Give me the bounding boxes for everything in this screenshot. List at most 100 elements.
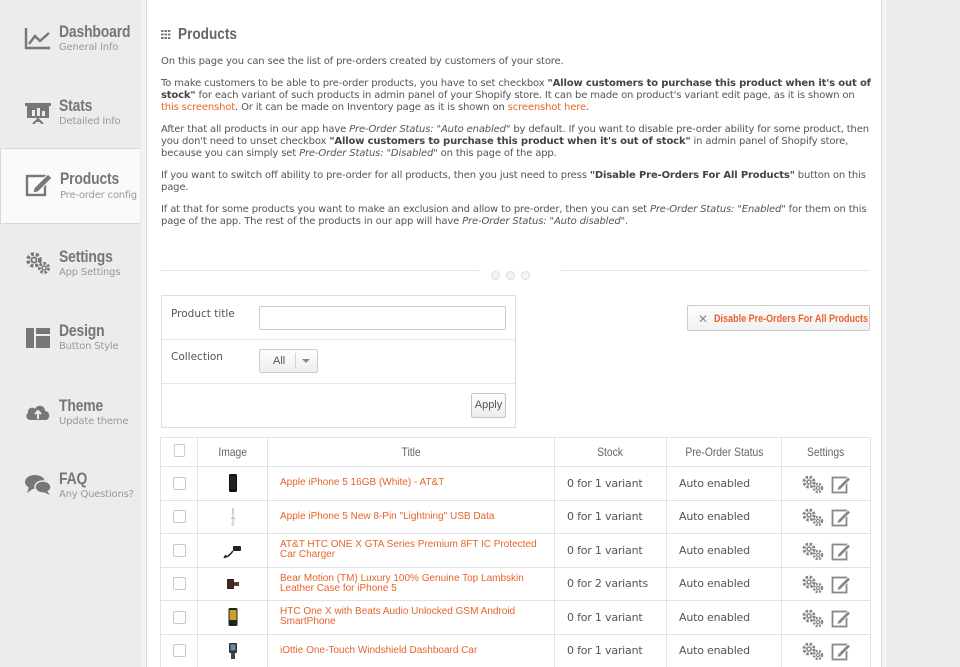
table-row: AT&T HTC ONE X GTA Series Premium 8FT IC… [160,533,871,568]
table-header-row: Image Title Stock Pre-Order Status Setti… [160,437,871,467]
stock-cell: 0 for 1 variant [554,600,667,635]
sidebar-item-title: Products [60,169,120,188]
gears-icon[interactable] [801,608,825,628]
row-checkbox[interactable] [172,610,186,624]
sidebar-item-dashboard[interactable]: Dashboard General Info [0,4,137,76]
product-thumbnail [228,474,237,493]
screenshot-link[interactable]: this screenshot [161,102,235,113]
intro-paragraph: On this page you can see the list of pre… [161,56,564,67]
sidebar-item-faq[interactable]: FAQ Any Questions? [0,451,137,523]
gears-icon[interactable] [801,541,825,561]
products-table: Image Title Stock Pre-Order Status Setti… [160,437,871,667]
product-title-link[interactable]: Apple iPhone 5 16GB (White) - AT&T [280,477,444,488]
settings-cell [781,633,871,667]
settings-cell [781,499,871,534]
product-title-link[interactable]: Apple iPhone 5 New 8-Pin "Lightning" USB… [280,511,494,522]
status-cell: Auto enabled [666,466,782,501]
column-header-image: Image [197,437,268,467]
table-row: iOttie One-Touch Windshield Dashboard Ca… [160,633,871,667]
gears-icon[interactable] [801,474,825,494]
select-all-header [160,437,198,467]
sidebar-item-title: Design [59,321,105,340]
sidebar-item-products[interactable]: Products Pre-order config [0,148,140,224]
column-header-status: Pre-Order Status [666,437,782,467]
row-checkbox[interactable] [172,577,186,591]
stock-cell: 0 for 1 variant [554,466,667,501]
product-thumbnail [222,546,241,559]
filter-panel: Product title Collection All Apply [161,295,516,428]
chat-bubbles-icon [25,475,52,495]
edit-icon[interactable] [831,541,851,561]
collection-label: Collection [171,351,223,363]
intro-paragraph: If at that for some products you want to… [161,204,867,227]
gears-icon[interactable] [801,507,825,527]
table-row: Apple iPhone 5 16GB (White) - AT&T 0 for… [160,466,871,501]
status-cell: Auto enabled [666,566,782,601]
table-row: Bear Motion (TM) Luxury 100% Genuine Top… [160,566,871,601]
apply-button[interactable]: Apply [471,393,506,418]
sidebar-item-title: Settings [59,247,113,266]
collection-select[interactable]: All [259,349,318,373]
sidebar-item-title: Theme [59,396,104,415]
presentation-board-icon [25,103,51,124]
status-cell: Auto enabled [666,600,782,635]
edit-icon[interactable] [831,574,851,594]
sidebar-item-subtitle: Any Questions? [59,489,134,500]
table-row: Apple iPhone 5 New 8-Pin "Lightning" USB… [160,499,871,534]
gears-icon [26,252,50,274]
row-checkbox[interactable] [172,543,186,557]
row-checkbox[interactable] [172,510,186,524]
edit-icon [25,173,53,197]
intro-text: On this page you can see the list of pre… [161,56,873,238]
sidebar-item-subtitle: Pre-order config [60,190,137,201]
intro-paragraph: To make customers to be able to pre-orde… [161,78,871,113]
settings-cell [781,466,871,501]
stock-cell: 0 for 1 variant [554,633,667,667]
status-cell: Auto enabled [666,633,782,667]
product-title-link[interactable]: Bear Motion (TM) Luxury 100% Genuine Top… [280,573,524,594]
product-title-link[interactable]: iOttie One-Touch Windshield Dashboard Ca… [280,645,477,656]
product-thumbnail [228,642,237,659]
edit-icon[interactable] [831,641,851,661]
edit-icon[interactable] [831,474,851,494]
sidebar-item-subtitle: Detailed Info [59,116,121,127]
sidebar-item-subtitle: General Info [59,42,119,53]
gears-icon[interactable] [801,574,825,594]
stock-cell: 0 for 2 variants [554,566,667,601]
sidebar-item-subtitle: Update theme [59,416,129,427]
edit-icon[interactable] [831,608,851,628]
screenshot-here-link[interactable]: screenshot here [508,102,586,113]
sidebar-item-title: FAQ [59,469,88,488]
grid-icon [161,30,171,40]
product-title-link[interactable]: HTC One X with Beats Audio Unlocked GSM … [280,606,515,627]
select-all-checkbox[interactable] [173,444,185,457]
chevron-down-icon [302,359,310,363]
settings-cell [781,600,871,635]
layout-icon [26,328,50,348]
sidebar-item-title: Stats [59,96,93,115]
cloud-upload-icon [26,405,50,420]
intro-paragraph: If you want to switch off ability to pre… [161,170,866,193]
edit-icon[interactable] [831,507,851,527]
product-thumbnail [226,578,239,589]
row-checkbox[interactable] [172,476,186,490]
status-cell: Auto enabled [666,533,782,568]
page-title: Products [178,26,237,43]
sidebar-item-stats[interactable]: Stats Detailed Info [0,78,137,150]
sidebar-item-design[interactable]: Design Button Style [0,303,137,375]
product-thumbnail [228,608,237,627]
product-title-input[interactable] [259,306,506,330]
stock-cell: 0 for 1 variant [554,499,667,534]
disable-all-preorders-button[interactable]: ✕ Disable Pre-Orders For All Products [687,305,870,331]
sidebar-item-theme[interactable]: Theme Update theme [0,378,137,450]
row-checkbox[interactable] [172,644,186,658]
status-cell: Auto enabled [666,499,782,534]
settings-cell [781,566,871,601]
sidebar-item-settings[interactable]: Settings App Settings [0,229,137,301]
stock-cell: 0 for 1 variant [554,533,667,568]
sidebar: Dashboard General Info Stats Detailed In… [0,0,140,667]
settings-cell [781,533,871,568]
product-title-link[interactable]: AT&T HTC ONE X GTA Series Premium 8FT IC… [280,539,537,560]
section-divider [161,270,869,280]
gears-icon[interactable] [801,641,825,661]
